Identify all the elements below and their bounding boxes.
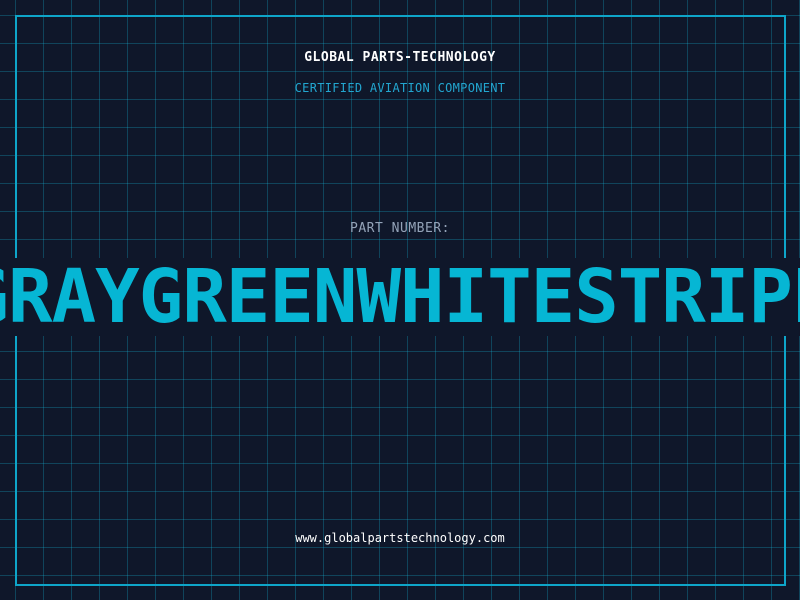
part-number-label: PART NUMBER: — [350, 221, 450, 236]
certificate-page: GLOBAL PARTS-TECHNOLOGY CERTIFIED AVIATI… — [0, 0, 800, 600]
part-number-band: GRAYGREENWHITESTRIPE — [0, 258, 800, 336]
website-url: www.globalpartstechnology.com — [295, 531, 505, 545]
company-title: GLOBAL PARTS-TECHNOLOGY — [304, 50, 496, 65]
certification-subtitle: CERTIFIED AVIATION COMPONENT — [294, 81, 506, 95]
part-number-value: GRAYGREENWHITESTRIPE — [0, 258, 800, 336]
